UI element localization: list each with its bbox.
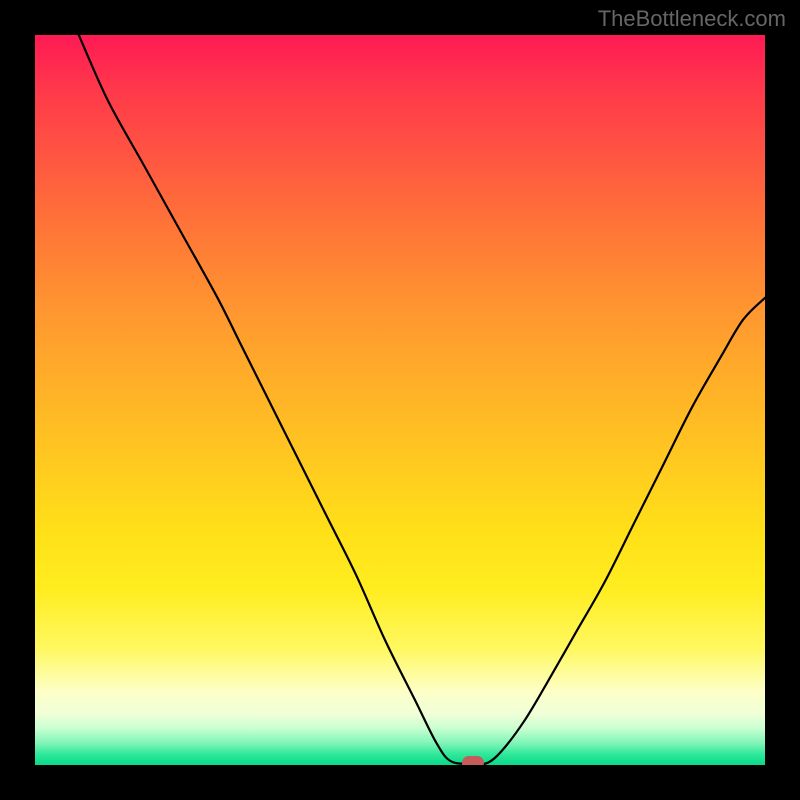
chart-min-marker [462,756,484,765]
chart-curve-line [35,35,765,765]
chart-plot-area [35,35,765,765]
watermark-text: TheBottleneck.com [598,6,786,32]
